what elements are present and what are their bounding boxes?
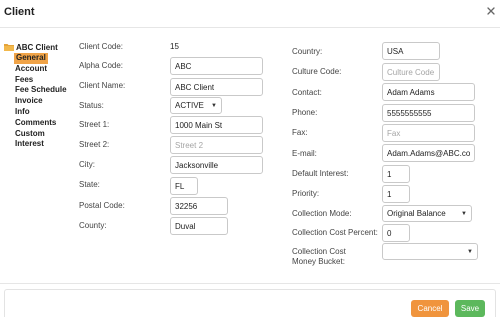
cancel-button[interactable]: Cancel [411,300,449,317]
email-input[interactable] [382,144,475,162]
street2-input[interactable] [170,136,263,154]
nav-item-interest[interactable]: Interest [15,139,67,150]
client-name-label: Client Name: [79,81,126,90]
header-divider [0,27,500,28]
country-label: Country: [292,47,323,56]
postal-code-label: Postal Code: [79,201,125,210]
nav-item-invoice[interactable]: Invoice [15,96,67,107]
tree-root-label: ABC Client [16,42,58,52]
nav-item-info[interactable]: Info [15,107,67,118]
culture-code-input[interactable] [382,63,440,81]
chevron-down-icon: ▼ [461,210,467,217]
client-dialog: Client ABC Client General Account Fees F… [0,0,500,317]
client-code-value: 15 [170,42,179,51]
street1-input[interactable] [170,116,263,134]
street1-label: Street 1: [79,120,110,129]
county-label: County: [79,221,107,230]
alpha-code-input[interactable] [170,57,263,75]
city-label: City: [79,160,95,169]
status-label: Status: [79,101,104,110]
status-value: ACTIVE [175,101,204,110]
collection-mode-label: Collection Mode: [292,209,352,218]
nav-item-fees[interactable]: Fees [15,75,67,86]
collection-mode-select[interactable]: Original Balance ▼ [382,205,472,222]
nav-item-comments[interactable]: Comments [15,118,67,129]
collection-cost-percent-input[interactable] [382,224,410,242]
client-code-label: Client Code: [79,42,124,51]
contact-label: Contact: [292,88,322,97]
nav-item-general[interactable]: General [14,53,48,64]
alpha-code-label: Alpha Code: [79,61,124,70]
folder-icon [4,43,14,51]
country-input[interactable] [382,42,440,60]
postal-code-input[interactable] [170,197,228,215]
default-interest-input[interactable] [382,165,410,183]
phone-input[interactable] [382,104,475,122]
client-tree: ABC Client General Account Fees Fee Sche… [4,41,67,150]
dialog-title: Client [4,6,35,18]
nav-item-custom[interactable]: Custom [15,129,67,140]
fax-label: Fax: [292,128,308,137]
client-name-input[interactable] [170,78,263,96]
chevron-down-icon: ▼ [211,102,217,109]
collection-mode-value: Original Balance [387,209,446,218]
collection-cost-money-bucket-label: Collection Cost Money Bucket: [292,247,346,266]
chevron-down-icon: ▼ [467,248,473,255]
county-input[interactable] [170,217,228,235]
footer-divider [0,283,500,284]
contact-input[interactable] [382,83,475,101]
street2-label: Street 2: [79,140,110,149]
tree-root[interactable]: ABC Client [4,41,67,53]
state-label: State: [79,180,100,189]
nav-item-fee-schedule[interactable]: Fee Schedule [15,85,67,96]
culture-code-label: Culture Code: [292,67,342,76]
city-input[interactable] [170,156,263,174]
save-button[interactable]: Save [455,300,485,317]
nav-item-account[interactable]: Account [15,64,67,75]
close-icon[interactable] [486,6,496,16]
email-label: E-mail: [292,149,317,158]
priority-label: Priority: [292,189,320,198]
priority-input[interactable] [382,185,410,203]
default-interest-label: Default Interest: [292,169,349,178]
collection-cost-money-bucket-select[interactable]: ▼ [382,243,478,260]
phone-label: Phone: [292,108,318,117]
collection-cost-percent-label: Collection Cost Percent: [292,228,378,237]
fax-input[interactable] [382,124,475,142]
tree-nav: General Account Fees Fee Schedule Invoic… [14,53,67,150]
status-select[interactable]: ACTIVE ▼ [170,97,222,114]
state-input[interactable] [170,177,198,195]
